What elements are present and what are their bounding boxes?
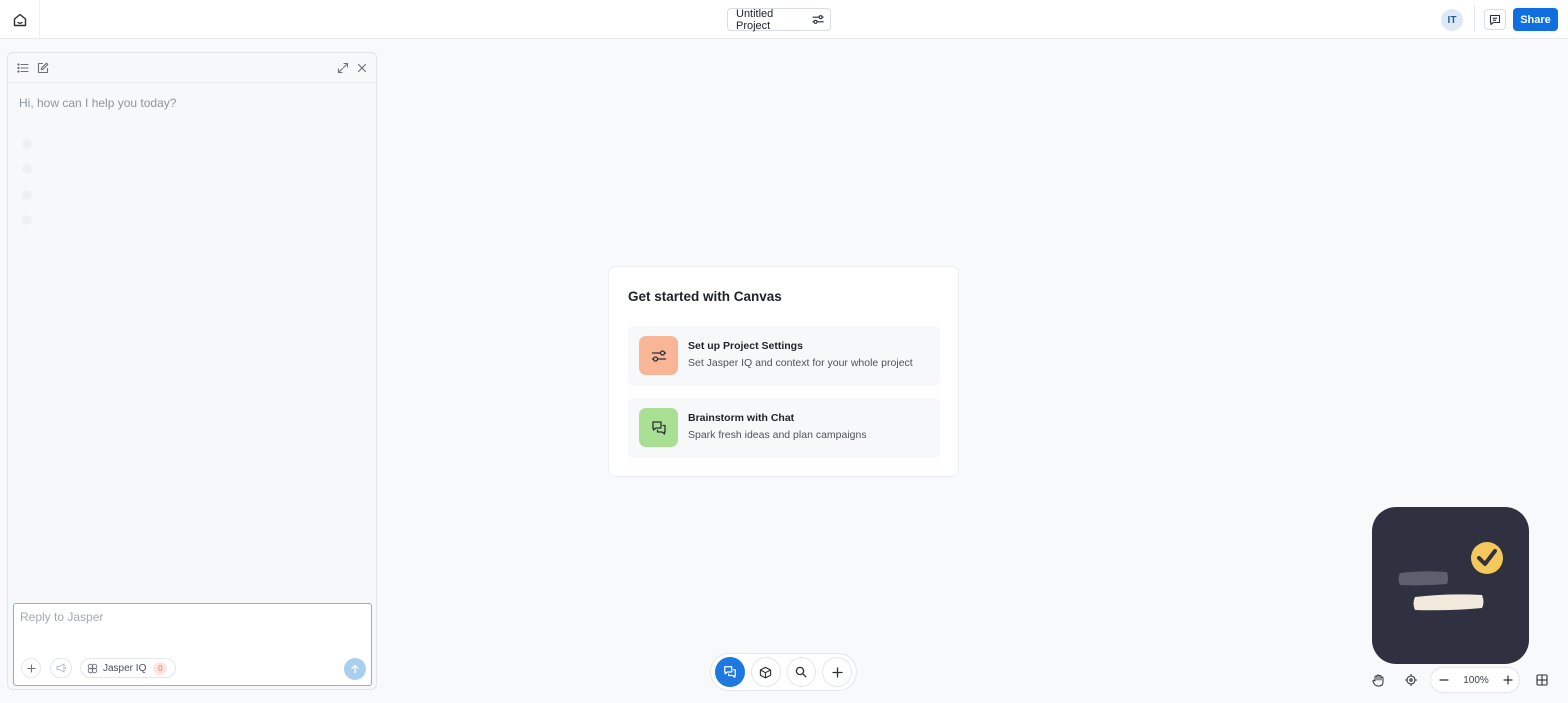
expand-panel-button[interactable] xyxy=(336,61,350,75)
project-settings-option[interactable]: Set up Project Settings Set Jasper IQ an… xyxy=(628,326,940,386)
suggestion-item[interactable] xyxy=(22,208,322,234)
get-started-title: Get started with Canvas xyxy=(628,289,782,304)
settings-sliders-icon xyxy=(812,15,824,24)
zoom-out-button[interactable] xyxy=(1433,669,1455,691)
settings-sliders-icon xyxy=(651,349,666,362)
plus-icon xyxy=(26,663,36,673)
grid-view-button[interactable] xyxy=(1531,669,1553,691)
jasper-iq-button[interactable]: Jasper IQ 0 xyxy=(80,658,176,678)
add-tool-button[interactable] xyxy=(822,657,852,687)
divider xyxy=(1474,6,1475,32)
zoom-controls: 100% xyxy=(1365,667,1560,693)
suggestion-icon xyxy=(22,138,32,149)
option-title: Brainstorm with Chat xyxy=(688,412,795,424)
close-icon xyxy=(357,63,367,73)
option-description: Spark fresh ideas and plan campaigns xyxy=(688,429,867,441)
zoom-level: 100% xyxy=(1463,675,1489,686)
zoom-in-button[interactable] xyxy=(1497,669,1519,691)
zoom-pill: 100% xyxy=(1430,667,1520,693)
reply-input[interactable]: Reply to Jasper xyxy=(20,610,103,624)
suggestion-icon xyxy=(22,215,32,226)
suggestion-list xyxy=(22,131,322,233)
avatar[interactable]: IT xyxy=(1441,9,1463,31)
project-title: Untitled Project xyxy=(736,7,774,32)
pan-tool-button[interactable] xyxy=(1367,669,1389,691)
megaphone-icon xyxy=(56,663,66,673)
suggestion-item[interactable] xyxy=(22,157,322,183)
brainstorm-chat-option[interactable]: Brainstorm with Chat Spark fresh ideas a… xyxy=(628,398,940,458)
jasper-mascot-illustration xyxy=(1372,507,1529,664)
expand-icon xyxy=(337,62,349,74)
add-attachment-button[interactable] xyxy=(21,658,41,678)
search-tool-button[interactable] xyxy=(786,657,817,687)
send-button[interactable] xyxy=(344,658,366,680)
plus-icon xyxy=(831,666,843,678)
suggestion-item[interactable] xyxy=(22,182,322,208)
recenter-button[interactable] xyxy=(1400,669,1422,691)
suggestion-icon xyxy=(22,189,32,200)
assets-tool-button[interactable] xyxy=(750,657,781,687)
jasper-iq-icon xyxy=(87,663,98,673)
top-bar: Untitled Project IT Share xyxy=(0,0,1568,39)
suggestion-icon xyxy=(22,164,32,175)
grid-icon xyxy=(1536,674,1548,686)
project-settings-icon-box xyxy=(639,336,678,375)
jasper-iq-label: Jasper IQ xyxy=(103,662,147,674)
chat-bubbles-icon xyxy=(724,666,736,678)
comments-button[interactable] xyxy=(1484,9,1506,30)
chat-panel: Hi, how can I help you today? Reply to J… xyxy=(7,52,377,690)
new-chat-button[interactable] xyxy=(36,61,50,75)
get-started-card: Get started with Canvas Set up Project S… xyxy=(608,266,959,477)
edit-icon xyxy=(37,62,49,74)
canvas-toolbar xyxy=(710,653,857,691)
reply-input-box[interactable]: Reply to Jasper Jasper IQ 0 xyxy=(13,603,372,686)
option-description: Set Jasper IQ and context for your whole… xyxy=(688,357,913,369)
share-button[interactable]: Share xyxy=(1513,8,1558,31)
brainstorm-chat-icon-box xyxy=(639,408,678,447)
plus-icon xyxy=(1503,675,1513,685)
jasper-iq-count-badge: 0 xyxy=(153,661,168,675)
option-title: Set up Project Settings xyxy=(688,340,803,352)
project-title-button[interactable]: Untitled Project xyxy=(727,7,831,32)
minus-icon xyxy=(1439,679,1449,681)
crosshair-icon xyxy=(1405,674,1417,686)
search-icon xyxy=(796,666,807,678)
cube-icon xyxy=(759,666,772,678)
chat-greeting: Hi, how can I help you today? xyxy=(19,96,177,110)
chat-panel-header xyxy=(8,53,376,83)
list-icon xyxy=(17,63,29,73)
chat-bubbles-icon xyxy=(651,420,666,435)
home-icon xyxy=(13,13,26,26)
close-panel-button[interactable] xyxy=(355,61,369,75)
checklist-illustration-icon xyxy=(1398,542,1503,611)
history-list-button[interactable] xyxy=(16,61,30,75)
comment-icon xyxy=(1489,14,1501,25)
hand-icon xyxy=(1372,674,1384,686)
chat-tool-button[interactable] xyxy=(715,657,745,687)
home-button[interactable] xyxy=(0,0,40,39)
suggestion-item[interactable] xyxy=(22,131,322,157)
brand-voice-button[interactable] xyxy=(50,658,72,678)
arrow-up-icon xyxy=(351,664,359,674)
